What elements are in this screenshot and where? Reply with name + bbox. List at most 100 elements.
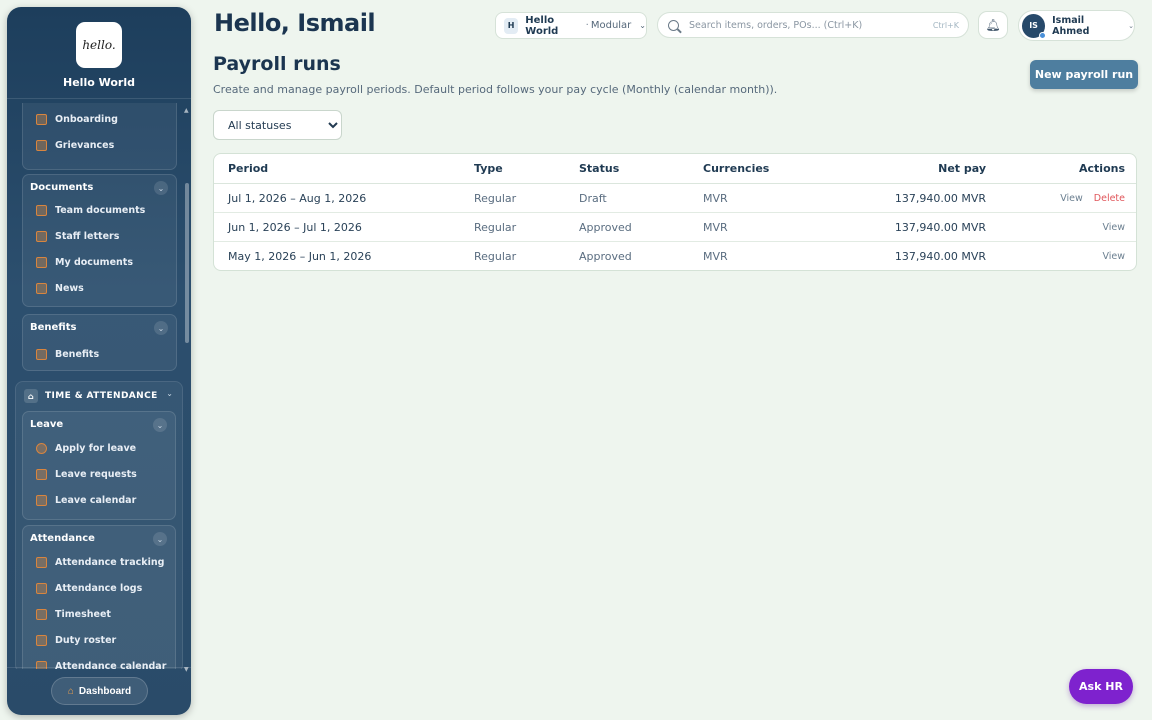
chevron-down-icon: ⌄ (1128, 21, 1134, 30)
column-header-net-pay[interactable]: Net pay (938, 154, 986, 183)
sidebar-item-news[interactable]: News (36, 279, 84, 297)
table-header: Period Type Status Currencies Net pay Ac… (214, 154, 1136, 184)
sidebar-item-label: Onboarding (55, 113, 118, 125)
sidebar-item-label: Leave calendar (55, 494, 137, 506)
cell-currencies: MVR (703, 191, 728, 205)
sidebar-item-grievances[interactable]: Grievances (36, 136, 114, 154)
view-link[interactable]: View (1060, 193, 1083, 204)
cell-status: Approved (579, 250, 632, 263)
view-link[interactable]: View (1102, 222, 1125, 233)
column-header-currencies[interactable]: Currencies (703, 154, 769, 183)
sidebar-item-leave-calendar[interactable]: Leave calendar (36, 491, 136, 509)
dashboard-button-label: Dashboard (78, 685, 132, 697)
workspace-badge: H (504, 17, 519, 34)
news-icon (36, 282, 47, 294)
cell-status: Approved (579, 220, 632, 234)
new-payroll-run-button[interactable]: New payroll run (1030, 60, 1138, 89)
table-row[interactable]: Jul 1, 2026 – Aug 1, 2026 Regular Draft … (214, 184, 1136, 213)
sidebar-item-timesheet[interactable]: Timesheet (36, 605, 111, 623)
calendar-icon (36, 556, 47, 568)
sidebar-item-label: Apply for leave (55, 442, 137, 454)
column-header-status[interactable]: Status (579, 154, 619, 183)
bell-icon: 🔔︎ (985, 18, 1001, 32)
dashboard-button[interactable]: ⌂ Dashboard (51, 677, 148, 705)
cell-currencies: MVR (703, 220, 728, 234)
workspace-name: Hello World (525, 14, 559, 37)
cell-actions: View Delete (1060, 184, 1125, 212)
sidebar-footer: ⌂ Dashboard (7, 667, 191, 715)
warning-icon (36, 139, 47, 151)
section-title[interactable]: ⌂ TIME & ATTENDANCE (24, 389, 158, 403)
sidebar-item-label: Team documents (55, 204, 146, 216)
sidebar-item-label: My documents (55, 256, 133, 268)
chevron-down-icon[interactable]: ⌄ (154, 321, 168, 335)
sidebar: hello. Hello World ▲ ▼ Onboarding Grieva… (7, 7, 191, 715)
search-bar[interactable]: Ctrl+K (657, 12, 969, 38)
heart-icon (36, 348, 47, 360)
sidebar-item-label: Attendance tracking (55, 556, 165, 568)
cell-net-pay: 137,940.00 MVR (894, 191, 986, 205)
search-icon (668, 19, 679, 31)
sidebar-nav: Onboarding Grievances Documents ⌄ Team d… (7, 103, 191, 669)
delete-link[interactable]: Delete (1094, 193, 1125, 204)
table-row[interactable]: May 1, 2026 – Jun 1, 2026 Regular Approv… (214, 242, 1136, 270)
search-input[interactable] (689, 19, 919, 31)
cell-status: Draft (579, 191, 607, 205)
nav-group-benefits: Benefits ⌄ Benefits (22, 314, 177, 371)
sidebar-item-apply-for-leave[interactable]: Apply for leave (36, 439, 136, 457)
view-link[interactable]: View (1102, 251, 1125, 262)
brand-name: Hello World (63, 76, 135, 89)
chevron-down-icon[interactable]: ⌄ (153, 418, 167, 432)
sidebar-item-label: Duty roster (55, 634, 117, 646)
chevron-down-icon[interactable]: ⌄ (154, 181, 168, 195)
column-header-actions: Actions (1079, 162, 1125, 175)
profile-menu[interactable]: IS Ismail Ahmed ⌄ (1018, 10, 1135, 41)
page-description: Create and manage payroll periods. Defau… (213, 83, 778, 96)
ask-hr-button[interactable]: Ask HR (1069, 669, 1133, 704)
notifications-button[interactable]: 🔔︎ (978, 11, 1008, 39)
sidebar-item-staff-letters[interactable]: Staff letters (36, 227, 119, 245)
profile-name: Ismail Ahmed (1052, 14, 1090, 37)
sidebar-item-my-documents[interactable]: My documents (36, 253, 133, 271)
sidebar-item-leave-requests[interactable]: Leave requests (36, 465, 137, 483)
document-icon (36, 204, 47, 216)
column-header-period[interactable]: Period (228, 154, 268, 183)
group-title-benefits: Benefits (30, 322, 77, 333)
group-title-leave: Leave (30, 419, 64, 430)
sidebar-item-label: Benefits (55, 348, 100, 360)
cell-actions: View (1102, 213, 1125, 241)
table-row[interactable]: Jun 1, 2026 – Jul 1, 2026 Regular Approv… (214, 213, 1136, 242)
cell-type: Regular (474, 250, 517, 263)
sidebar-item-onboarding[interactable]: Onboarding (36, 110, 118, 128)
sidebar-item-label: Staff letters (55, 230, 120, 242)
nav-group-people: Onboarding Grievances (22, 103, 177, 170)
sidebar-item-attendance-logs[interactable]: Attendance logs (36, 579, 142, 597)
cell-actions: View (1102, 242, 1125, 270)
cell-period: Jun 1, 2026 – Jul 1, 2026 (228, 220, 362, 234)
brand-logo[interactable]: hello. (76, 22, 122, 68)
cell-currencies: MVR (703, 250, 728, 263)
sidebar-item-label: Grievances (55, 139, 115, 151)
section-title-label: TIME & ATTENDANCE (45, 391, 158, 401)
folder-icon (36, 256, 47, 268)
column-header-type[interactable]: Type (474, 154, 503, 183)
sidebar-item-label: Timesheet (55, 608, 111, 620)
sidebar-item-attendance-tracking[interactable]: Attendance tracking (36, 553, 164, 571)
chevron-down-icon[interactable]: ⌄ (166, 389, 173, 398)
sidebar-item-team-documents[interactable]: Team documents (36, 201, 145, 219)
calendar-icon (36, 468, 47, 480)
sidebar-item-benefits[interactable]: Benefits (36, 345, 99, 363)
clipboard-icon (36, 582, 47, 594)
workspace-separator: · (585, 20, 589, 31)
brand: hello. Hello World (7, 7, 191, 99)
home-icon: ⌂ (24, 389, 38, 403)
sidebar-item-duty-roster[interactable]: Duty roster (36, 631, 116, 649)
payroll-runs-table: Period Type Status Currencies Net pay Ac… (213, 153, 1137, 271)
cell-type: Regular (474, 191, 517, 205)
chevron-down-icon[interactable]: ⌄ (153, 532, 167, 546)
workspace-switcher[interactable]: H Hello World · Modular ⌄ (495, 12, 647, 39)
page-title: Payroll runs (213, 53, 341, 75)
greeting: Hello, Ismail (214, 9, 376, 37)
status-filter-select[interactable]: All statuses (213, 110, 342, 140)
chevron-down-icon: ⌄ (639, 21, 646, 30)
